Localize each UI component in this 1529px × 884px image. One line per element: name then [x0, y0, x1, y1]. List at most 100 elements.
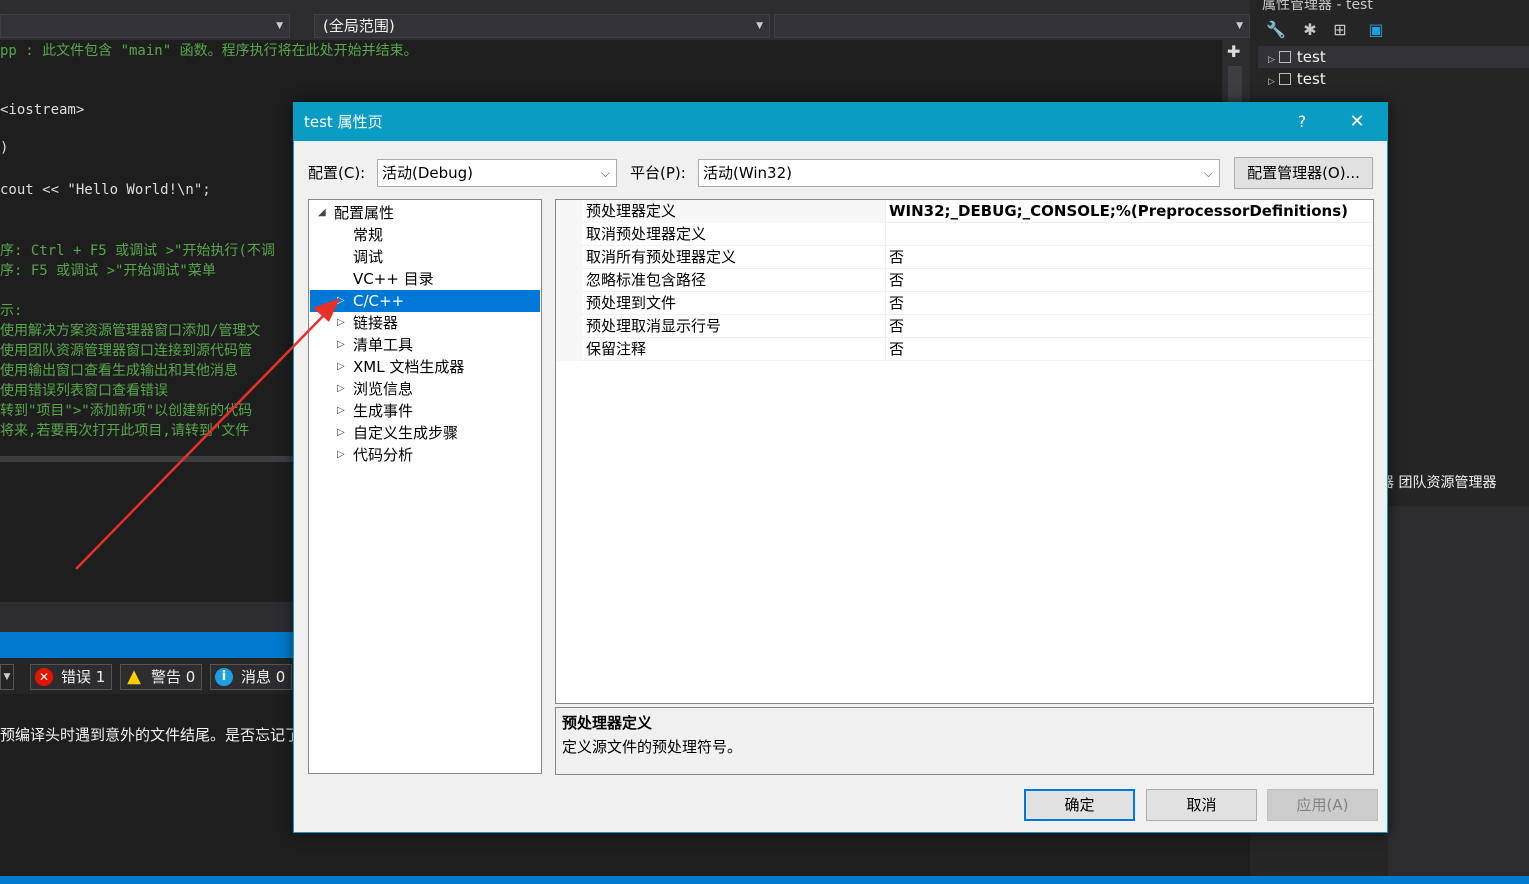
row-gutter: [556, 292, 582, 315]
status-bar: [0, 876, 1529, 884]
expand-arrow-icon[interactable]: ▷: [337, 356, 345, 378]
tree-node-label: C/C++: [353, 292, 405, 310]
property-row[interactable]: 忽略标准包含路径否: [556, 269, 1373, 292]
property-row[interactable]: 取消所有预处理器定义否: [556, 246, 1373, 269]
code-line[interactable]: 使用输出窗口查看生成输出和其他消息: [0, 360, 238, 380]
dialog-titlebar[interactable]: test 属性页 ? ✕: [294, 103, 1387, 141]
config-combo[interactable]: 活动(Debug) ⌵: [377, 159, 617, 187]
code-line[interactable]: 序: Ctrl + F5 或调试 >"开始执行(不调: [0, 240, 275, 260]
property-manager-item[interactable]: ▷ test: [1258, 46, 1529, 68]
code-line[interactable]: 使用错误列表窗口查看错误: [0, 380, 168, 400]
tree-node[interactable]: 常规: [310, 224, 540, 246]
expand-arrow-icon[interactable]: ▷: [337, 400, 345, 422]
error-row-description[interactable]: 预编译头时遇到意外的文件结尾。是否忘记了: [0, 724, 300, 745]
code-line[interactable]: <iostream>: [0, 102, 84, 118]
messages-count: 消息 0: [241, 668, 286, 686]
expand-arrow-icon[interactable]: ▷: [337, 312, 345, 334]
scope-combo[interactable]: (全局范围) ▼: [314, 14, 770, 38]
apply-button[interactable]: 应用(A): [1267, 789, 1378, 821]
ok-button[interactable]: 确定: [1024, 789, 1135, 821]
property-row[interactable]: 保留注释否: [556, 338, 1373, 361]
expand-arrow-icon[interactable]: ▷: [337, 378, 345, 400]
property-description-pane: 预处理器定义 定义源文件的预处理符号。: [555, 707, 1374, 775]
code-line[interactable]: ): [0, 140, 8, 156]
scope-dropdown[interactable]: ▼: [0, 664, 14, 690]
errors-filter-button[interactable]: ✕ 错误 1: [30, 664, 112, 690]
member-combo[interactable]: ▼: [774, 14, 1250, 38]
scrollbar-thumb[interactable]: [1228, 66, 1242, 106]
tree-node[interactable]: ▷ 自定义生成步骤: [310, 422, 540, 444]
property-manager-item[interactable]: ▷ test: [1258, 68, 1529, 90]
property-row[interactable]: 预处理到文件否: [556, 292, 1373, 315]
code-line[interactable]: pp : 此文件包含 "main" 函数。程序执行将在此处开始并结束。: [0, 40, 418, 60]
tree-node[interactable]: ▷ 清单工具: [310, 334, 540, 356]
property-name: 取消预处理器定义: [586, 223, 886, 246]
project-combo[interactable]: ▼: [0, 14, 290, 38]
expand-arrow-icon[interactable]: ▷: [337, 290, 345, 312]
property-grid[interactable]: 预处理器定义 WIN32;_DEBUG;_CONSOLE;%(Preprocess…: [555, 199, 1374, 704]
code-line[interactable]: 示:: [0, 300, 22, 320]
collapse-arrow-icon[interactable]: ◢: [318, 202, 326, 224]
property-name: 忽略标准包含路径: [586, 269, 886, 292]
property-value[interactable]: 否: [889, 246, 904, 268]
property-row[interactable]: 预处理器定义 WIN32;_DEBUG;_CONSOLE;%(Preprocess…: [556, 200, 1373, 223]
tree-node[interactable]: ▷ C/C++: [310, 290, 540, 312]
split-icon[interactable]: ✚: [1227, 42, 1240, 61]
property-pages-dialog: test 属性页 ? ✕ 配置(C): 活动(Debug) ⌵ 平台(P): 活…: [293, 102, 1388, 833]
property-name: 预处理到文件: [586, 292, 886, 315]
tree-node-label: 常规: [353, 226, 384, 244]
tree-node[interactable]: ▷ 浏览信息: [310, 378, 540, 400]
row-gutter: [556, 315, 582, 338]
tree-node-label: 调试: [353, 248, 384, 266]
config-combo-value: 活动(Debug): [382, 164, 474, 182]
tree-node[interactable]: ▷ 代码分析: [310, 444, 540, 466]
add-property-sheet-icon[interactable]: ⊞: [1330, 20, 1350, 40]
property-value[interactable]: WIN32;_DEBUG;_CONSOLE;%(PreprocessorDefi…: [889, 200, 1348, 222]
team-explorer-tab[interactable]: 器 团队资源管理器: [1380, 472, 1529, 494]
tree-node[interactable]: ▷ 链接器: [310, 312, 540, 334]
code-line[interactable]: 使用解决方案资源管理器窗口添加/管理文: [0, 320, 260, 340]
expand-arrow-icon: ▷: [1268, 55, 1275, 65]
warnings-filter-button[interactable]: ▲ 警告 0: [120, 664, 202, 690]
code-line[interactable]: 使用团队资源管理器窗口连接到源代码管: [0, 340, 252, 360]
property-name: 预处理取消显示行号: [586, 315, 886, 338]
property-value[interactable]: 否: [889, 292, 904, 314]
property-row[interactable]: 取消预处理器定义: [556, 223, 1373, 246]
code-line[interactable]: cout << "Hello World!\n";: [0, 182, 211, 198]
property-value[interactable]: 否: [889, 315, 904, 337]
code-line[interactable]: 将来,若要再次打开此项目,请转到"文件: [0, 420, 249, 440]
editor-navigation-bar: ▼ (全局范围) ▼ ▼: [0, 0, 1250, 40]
tree-node[interactable]: ▷ 生成事件: [310, 400, 540, 422]
expand-arrow-icon[interactable]: ▷: [337, 334, 345, 356]
property-name: 保留注释: [586, 338, 886, 361]
tree-node[interactable]: ▷ XML 文档生成器: [310, 356, 540, 378]
tree-node-label: 浏览信息: [353, 380, 414, 398]
tree-node[interactable]: 调试: [310, 246, 540, 268]
messages-filter-button[interactable]: i 消息 0: [210, 664, 292, 690]
row-gutter: [556, 246, 582, 269]
code-line[interactable]: 序: F5 或调试 >"开始调试"菜单: [0, 260, 216, 280]
project-icon: [1278, 51, 1291, 63]
tree-node[interactable]: ◢ 配置属性: [310, 202, 540, 224]
save-icon[interactable]: ▣: [1366, 20, 1386, 40]
property-row[interactable]: 预处理取消显示行号否: [556, 315, 1373, 338]
property-category-tree[interactable]: ◢ 配置属性常规调试 VC++ 目录 ▷ C/C++ ▷ 链接器 ▷ 清单工具 ▷ XML 文档生成…: [308, 199, 542, 774]
tree-node-label: 生成事件: [353, 402, 414, 420]
wrench-icon[interactable]: 🔧: [1266, 20, 1286, 40]
tree-node-label: 链接器: [353, 314, 399, 332]
wand-icon[interactable]: ✱: [1300, 20, 1320, 40]
config-manager-button[interactable]: 配置管理器(O)...: [1234, 157, 1373, 189]
property-value[interactable]: 否: [889, 269, 904, 291]
tree-node-label: VC++ 目录: [353, 270, 434, 288]
code-line[interactable]: 转到"项目">"添加新项"以创建新的代码: [0, 400, 252, 420]
platform-combo[interactable]: 活动(Win32) ⌵: [698, 159, 1220, 187]
close-icon[interactable]: ✕: [1340, 103, 1374, 141]
help-button[interactable]: ?: [1292, 103, 1312, 141]
tree-node[interactable]: VC++ 目录: [310, 268, 540, 290]
expand-arrow-icon[interactable]: ▷: [337, 444, 345, 466]
property-value[interactable]: 否: [889, 338, 904, 360]
scope-combo-value: (全局范围): [323, 17, 395, 35]
expand-arrow-icon[interactable]: ▷: [337, 422, 345, 444]
cancel-button[interactable]: 取消: [1146, 789, 1257, 821]
row-gutter: [556, 269, 582, 292]
